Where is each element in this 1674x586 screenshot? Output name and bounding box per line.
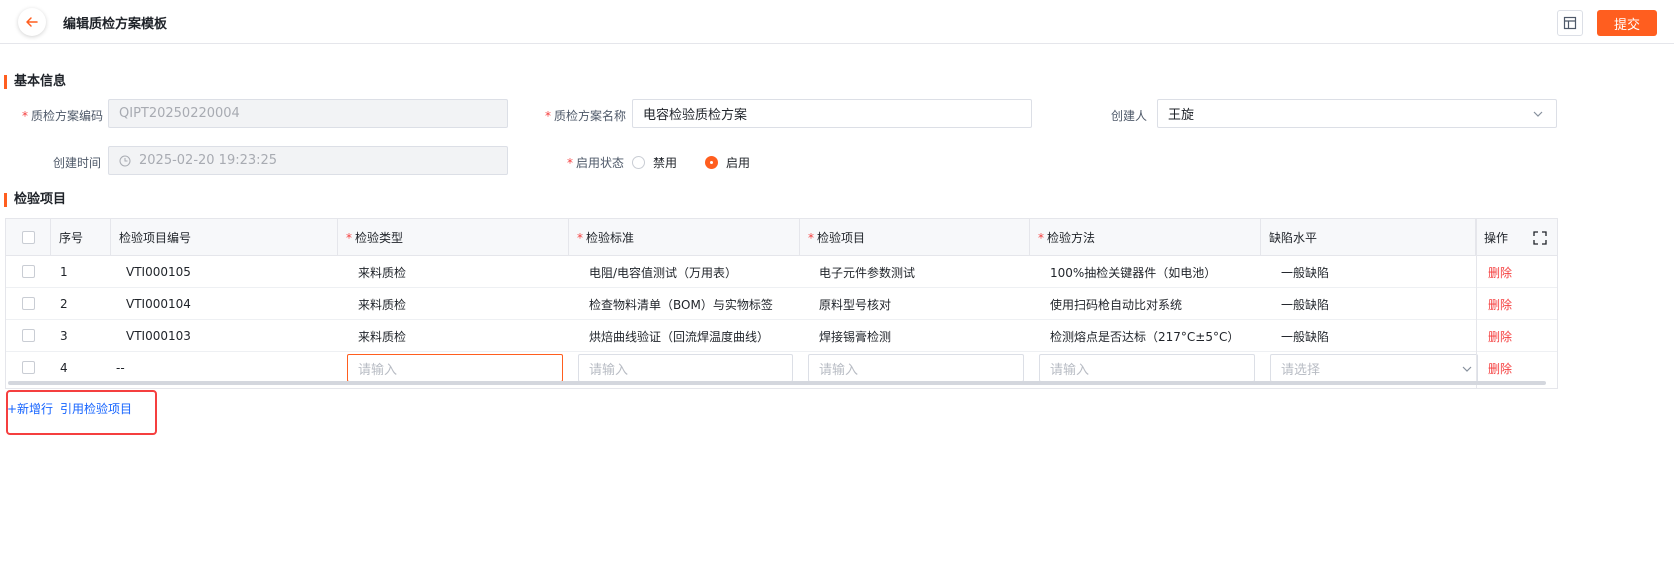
table-header: 序号 检验项目编号 * 检验类型 * 检验标准 * 检验项目 * 检验方法 缺陷水平 操… bbox=[6, 219, 1557, 256]
item-input[interactable]: 请输入 bbox=[808, 354, 1024, 382]
cell-defect: 一般缺陷 bbox=[1281, 329, 1330, 344]
defect-select[interactable]: 请选择 bbox=[1270, 354, 1478, 382]
cell-standard: 检查物料清单（BOM）与实物标签 bbox=[589, 297, 773, 312]
row-checkbox[interactable] bbox=[22, 361, 35, 374]
header-seq: 序号 bbox=[51, 219, 111, 256]
row-checkbox[interactable] bbox=[22, 329, 35, 342]
method-input[interactable]: 请输入 bbox=[1039, 354, 1255, 382]
delete-button[interactable]: 删除 bbox=[1488, 256, 1512, 288]
highlight-annotation-box bbox=[6, 390, 157, 435]
cell-code: VTI000103 bbox=[126, 329, 191, 343]
inspection-items-table: 序号 检验项目编号 * 检验类型 * 检验标准 * 检验项目 * 检验方法 缺陷水平 操… bbox=[5, 218, 1558, 389]
inspection-items-section-title: 检验项目 bbox=[4, 193, 66, 207]
cell-type: 来料质检 bbox=[358, 265, 407, 280]
fullscreen-icon[interactable] bbox=[1533, 231, 1547, 245]
page-title: 编辑质检方案模板 bbox=[63, 17, 168, 32]
delete-button[interactable]: 删除 bbox=[1488, 352, 1512, 384]
layout-toggle-button[interactable] bbox=[1557, 10, 1583, 36]
cell-defect: 一般缺陷 bbox=[1281, 265, 1330, 280]
back-button[interactable] bbox=[18, 8, 46, 36]
table-row: 1 VTI000105 来料质检 电阻/电容值测试（万用表） 电子元件参数测试 … bbox=[6, 256, 1557, 288]
radio-checked-icon bbox=[705, 156, 718, 169]
cell-type: 来料质检 bbox=[358, 297, 407, 312]
cell-code: VTI000104 bbox=[126, 297, 191, 311]
cell-method: 100%抽检关键器件（如电池） bbox=[1050, 265, 1217, 280]
cell-standard: 电阻/电容值测试（万用表） bbox=[589, 265, 738, 280]
created-time-field: 2025-02-20 19:23:25 bbox=[108, 146, 508, 175]
chevron-down-icon bbox=[1462, 366, 1472, 372]
cell-standard: 烘焙曲线验证（回流焊温度曲线） bbox=[589, 329, 770, 344]
action-column-divider bbox=[1476, 219, 1477, 388]
cell-item: 电子元件参数测试 bbox=[819, 265, 916, 280]
creator-select[interactable]: 王旋 bbox=[1157, 99, 1557, 128]
row-checkbox[interactable] bbox=[22, 297, 35, 310]
chevron-down-icon bbox=[1533, 111, 1543, 117]
plan-name-label: * 质检方案名称 bbox=[545, 109, 627, 123]
header-code: 检验项目编号 bbox=[111, 219, 338, 256]
cell-item: 焊接锡膏检测 bbox=[819, 329, 892, 344]
header-method: * 检验方法 bbox=[1030, 219, 1261, 256]
cell-seq: 2 bbox=[60, 297, 68, 311]
type-input[interactable]: 请输入 bbox=[347, 354, 563, 382]
cell-seq: 1 bbox=[60, 265, 68, 279]
standard-input[interactable]: 请输入 bbox=[578, 354, 793, 382]
cell-defect: 一般缺陷 bbox=[1281, 297, 1330, 312]
basic-info-section-title: 基本信息 bbox=[4, 75, 66, 89]
cell-code: VTI000105 bbox=[126, 265, 191, 279]
header-standard: * 检验标准 bbox=[569, 219, 800, 256]
horizontal-scrollbar[interactable] bbox=[8, 381, 1546, 385]
created-time-label: 创建时间 bbox=[53, 156, 102, 170]
plan-code-label: * 质检方案编码 bbox=[22, 109, 104, 123]
creator-label: 创建人 bbox=[1111, 109, 1148, 123]
cell-type: 来料质检 bbox=[358, 329, 407, 344]
row-checkbox[interactable] bbox=[22, 265, 35, 278]
table-row-new: 4 -- 请输入 请输入 请输入 请输入 请选择 删除 bbox=[6, 352, 1557, 384]
submit-button[interactable]: 提交 bbox=[1597, 10, 1657, 36]
cell-method: 使用扫码枪自动比对系统 bbox=[1050, 297, 1183, 312]
page-header: 编辑质检方案模板 提交 bbox=[0, 0, 1674, 44]
status-label: * 启用状态 bbox=[567, 156, 625, 170]
cell-item: 原料型号核对 bbox=[819, 297, 892, 312]
cell-seq: 3 bbox=[60, 329, 68, 343]
radio-circle-icon bbox=[632, 156, 645, 169]
arrow-left-icon bbox=[26, 17, 38, 27]
clock-icon bbox=[119, 155, 131, 166]
delete-button[interactable]: 删除 bbox=[1488, 288, 1512, 320]
cell-method: 检测熔点是否达标（217°C±5°C） bbox=[1050, 329, 1240, 344]
status-radio-enabled[interactable]: 启用 bbox=[705, 154, 750, 171]
header-action: 操作 bbox=[1476, 219, 1557, 256]
table-row: 2 VTI000104 来料质检 检查物料清单（BOM）与实物标签 原料型号核对… bbox=[6, 288, 1557, 320]
header-type: * 检验类型 bbox=[338, 219, 569, 256]
delete-button[interactable]: 删除 bbox=[1488, 320, 1512, 352]
plan-code-field: QIPT20250220004 bbox=[108, 99, 508, 128]
table-row: 3 VTI000103 来料质检 烘焙曲线验证（回流焊温度曲线） 焊接锡膏检测 … bbox=[6, 320, 1557, 352]
header-defect: 缺陷水平 bbox=[1261, 219, 1476, 256]
status-radio-disabled[interactable]: 禁用 bbox=[632, 154, 677, 171]
plan-name-field[interactable]: 电容检验质检方案 bbox=[632, 99, 1032, 128]
layout-icon bbox=[1563, 16, 1577, 30]
cell-code: -- bbox=[116, 361, 125, 375]
header-select-all-cell bbox=[6, 219, 51, 256]
cell-seq: 4 bbox=[60, 361, 68, 375]
header-item: * 检验项目 bbox=[800, 219, 1030, 256]
select-all-checkbox[interactable] bbox=[22, 231, 35, 244]
